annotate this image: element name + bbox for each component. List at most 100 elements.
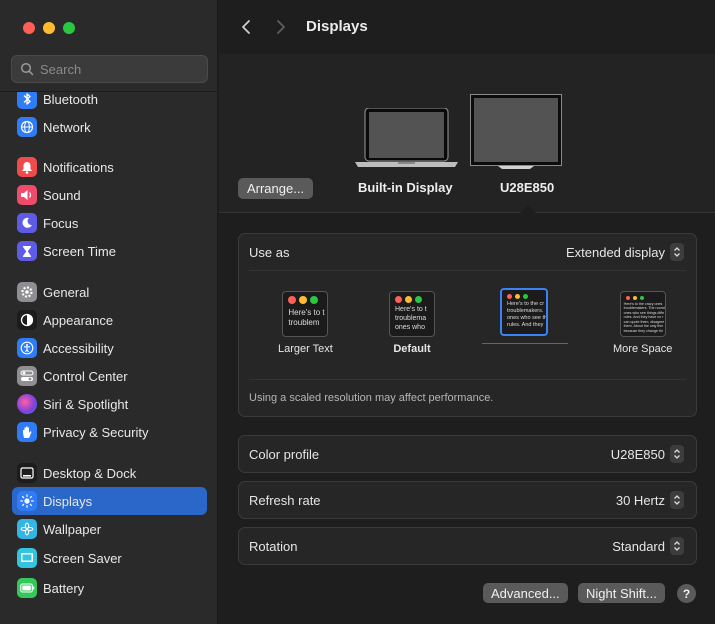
sidebar-item-bluetooth[interactable]: Bluetooth [12,92,207,113]
arrange-button[interactable]: Arrange... [238,178,313,199]
sidebar-item-label: Desktop & Dock [43,465,137,481]
hand-icon [17,422,37,442]
updown-chevron-icon [670,243,684,261]
refresh-rate-popup[interactable]: 30 Hertz [616,482,684,518]
sidebar-item-privacy-security[interactable]: Privacy & Security [12,418,207,446]
hourglass-icon [17,241,37,261]
sidebar-item-label: Control Center [43,368,128,384]
appearance-icon [17,310,37,330]
sidebar-item-label: Network [43,119,91,135]
resolution-preview: Here's to the crazy ones troublemakers. … [619,291,666,337]
sidebar-item-label: Appearance [43,312,114,328]
page-title: Displays [306,18,368,35]
sidebar-item-label: Screen Time [43,243,116,259]
resolution-option-larger-text[interactable]: Here's to t troublem Larger Text [278,291,333,355]
sidebar-item-notifications[interactable]: Notifications [12,153,207,181]
sidebar-item-label: Privacy & Security [43,424,149,440]
selected-display-pointer [520,205,536,213]
rotation-value: Standard [612,538,665,554]
sidebar-item-general[interactable]: General [12,278,207,306]
siri-icon [17,394,37,414]
rotation-label: Rotation [249,538,298,554]
sidebar-item-label: Siri & Spotlight [43,396,129,412]
sidebar-item-label: Notifications [43,159,114,175]
battery-icon [17,578,37,598]
sidebar-item-label: Focus [43,215,79,231]
chevron-left-icon [242,20,250,34]
sidebar-item-label: General [43,284,90,300]
search-input[interactable] [40,61,200,77]
zoom-window-button[interactable] [63,22,75,34]
builtin-display-thumbnail[interactable] [355,107,458,171]
window-controls [23,22,75,34]
sidebar-item-label: Bluetooth [43,92,98,107]
resolution-preview: Here's to t troublema ones who [389,291,435,337]
sidebar-item-label: Displays [43,493,93,509]
rotation-card: Rotation Standard [238,527,697,565]
builtin-display-label[interactable]: Built-in Display [358,180,453,195]
resolution-preview: Here's to t troublem [282,291,329,337]
globe-icon [17,117,37,137]
back-button[interactable] [236,16,256,38]
sidebar-item-siri-spotlight[interactable]: Siri & Spotlight [12,390,207,418]
sidebar-item-network[interactable]: Network [12,113,207,141]
external-display-thumbnail[interactable] [470,94,562,173]
refresh-rate-card: Refresh rate 30 Hertz [238,481,697,519]
use-as-value: Extended display [565,244,665,260]
sidebar-item-displays[interactable]: Displays [12,487,207,515]
refresh-rate-value: 30 Hertz [615,492,665,508]
resolution-label: Default [393,343,431,355]
resolution-label: More Space [613,343,673,355]
flower-icon [17,519,37,539]
sidebar-item-label: Accessibility [43,340,114,356]
sidebar-item-accessibility[interactable]: Accessibility [12,334,207,362]
resolution-scale-line [482,343,568,344]
advanced-button[interactable]: Advanced... [483,583,568,603]
sidebar-item-appearance[interactable]: Appearance [12,306,207,334]
sidebar-item-label: Battery [43,580,85,596]
night-shift-button[interactable]: Night Shift... [578,583,665,603]
sidebar-item-screen-time[interactable]: Screen Time [12,237,207,265]
rotation-row: Rotation Standard [239,528,696,564]
color-profile-popup[interactable]: U28E850 [611,436,684,472]
sun-icon [17,491,37,511]
sidebar-item-desktop-dock[interactable]: Desktop & Dock [12,459,207,487]
resolution-option-more-space[interactable]: Here's to the crazy ones troublemakers. … [613,291,672,355]
rotation-popup[interactable]: Standard [612,528,684,564]
toggles-icon [17,366,37,386]
color-profile-value: U28E850 [610,446,665,462]
sidebar: Bluetooth Network Notifications Sound Fo… [0,0,218,624]
color-profile-row: Color profile U28E850 [239,436,696,472]
help-button[interactable]: ? [677,584,696,603]
resolution-option-default[interactable]: Here's to t troublema ones who Default [389,291,435,355]
gear-icon [17,282,37,302]
minimize-window-button[interactable] [43,22,55,34]
resolution-note: Using a scaled resolution may affect per… [249,392,494,404]
use-as-label: Use as [249,244,290,260]
sidebar-item-wallpaper[interactable]: Wallpaper [12,515,207,543]
forward-button[interactable] [271,16,291,38]
resolution-option-selected[interactable]: Here's to the cr troublemakers. ones who… [500,288,548,336]
use-as-popup[interactable]: Extended display [566,234,684,270]
resolution-preview-text: Here's to t troublema ones who [395,306,427,331]
sidebar-item-control-center[interactable]: Control Center [12,362,207,390]
bluetooth-icon [17,92,37,109]
resolution-picker: Here's to t troublem Larger Text Here's … [249,270,686,380]
external-display-label[interactable]: U28E850 [500,180,554,195]
refresh-rate-row: Refresh rate 30 Hertz [239,482,696,518]
sidebar-item-battery[interactable]: Battery [12,574,207,602]
sidebar-item-label: Screen Saver [43,550,122,566]
resolution-preview-text: Here's to the cr troublemakers. ones who… [507,301,546,328]
search-field[interactable] [11,55,208,83]
resolution-preview: Here's to the cr troublemakers. ones who… [500,288,548,336]
sidebar-item-screen-saver[interactable]: Screen Saver [12,544,207,572]
toolbar: Displays [219,0,715,54]
updown-chevron-icon [670,445,684,463]
sidebar-item-sound[interactable]: Sound [12,181,207,209]
sidebar-item-label: Wallpaper [43,521,102,537]
updown-chevron-icon [670,537,684,555]
sidebar-item-focus[interactable]: Focus [12,209,207,237]
display-arrangement: Arrange... Built-in Display U28E850 [219,54,715,213]
close-window-button[interactable] [23,22,35,34]
moon-icon [17,213,37,233]
